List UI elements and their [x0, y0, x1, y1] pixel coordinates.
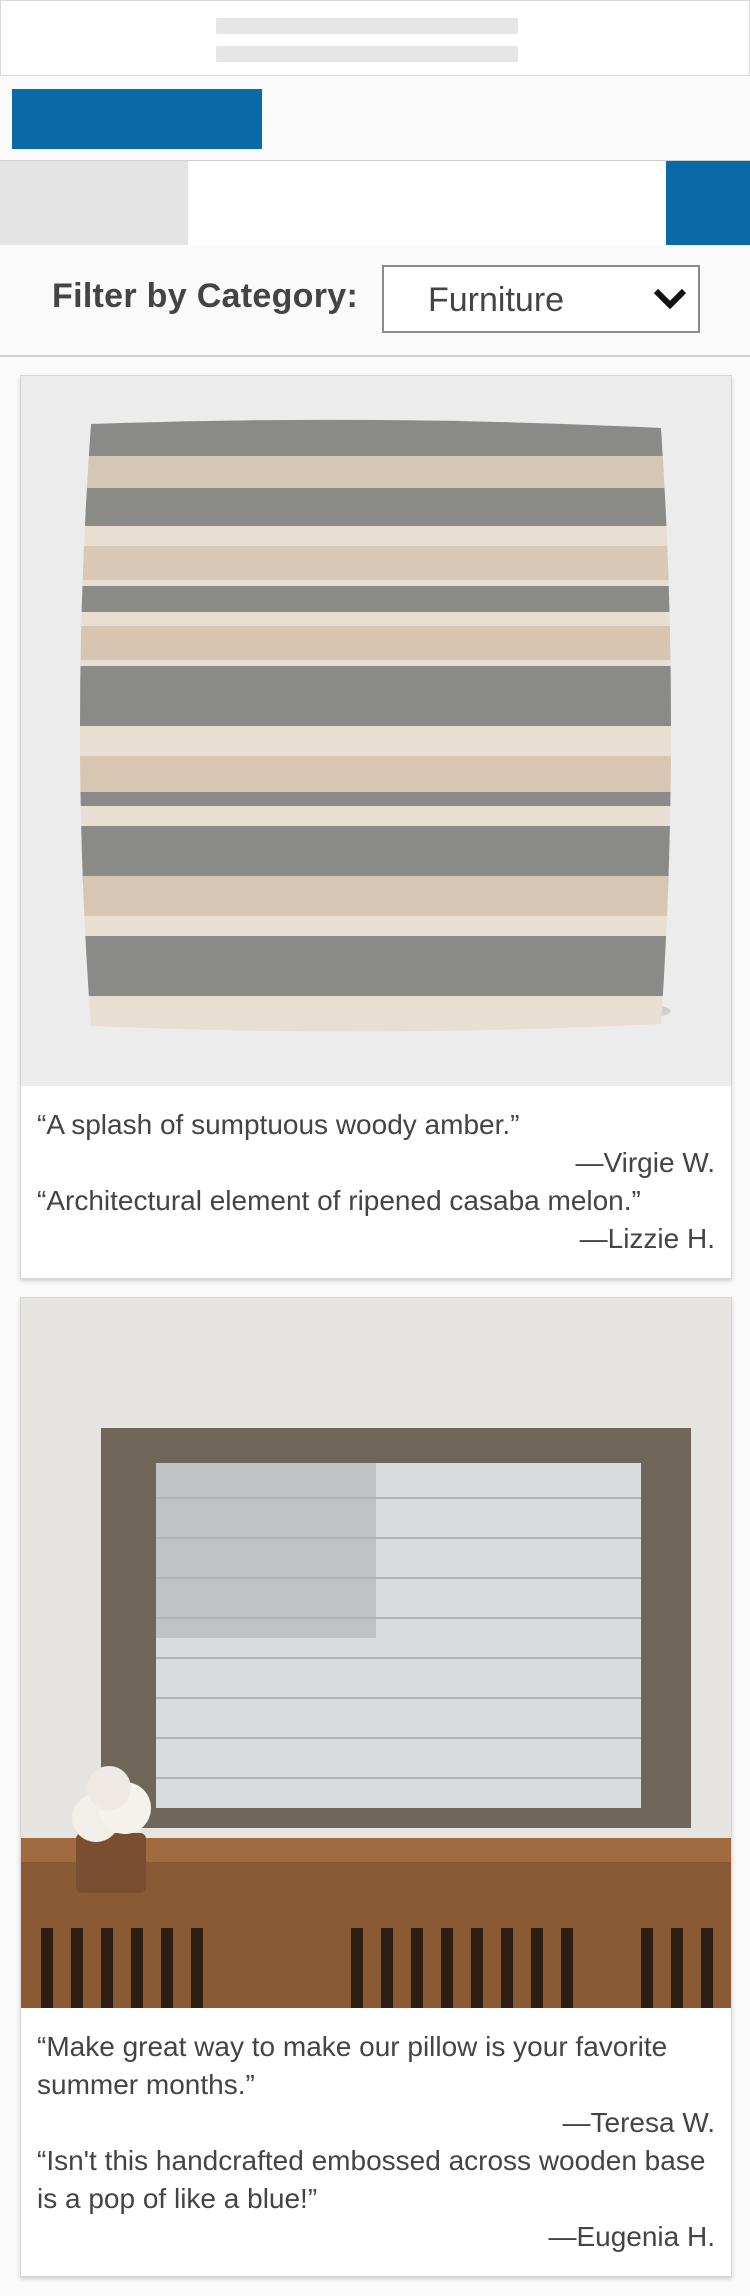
category-filter: Filter by Category: Furniture — [0, 245, 750, 357]
nav-left-block[interactable] — [0, 161, 188, 245]
nav-bar — [0, 160, 750, 246]
header-placeholder — [0, 0, 750, 76]
product-card[interactable]: “Make great way to make our pillow is yo… — [20, 1297, 732, 2277]
category-select-value: Furniture — [428, 281, 565, 319]
category-select[interactable]: Furniture — [382, 265, 700, 333]
blue-tab-button[interactable] — [12, 89, 262, 149]
review-list: “Make great way to make our pillow is yo… — [37, 2028, 715, 2256]
header-skeleton-line — [216, 46, 518, 62]
nav-right-button[interactable] — [666, 161, 750, 245]
product-card[interactable]: “A splash of sumptuous woody amber.” —Vi… — [20, 375, 732, 1279]
review-quote: “A splash of sumptuous woody amber.” — [37, 1109, 520, 1140]
header-skeleton-line — [216, 18, 518, 34]
product-image-pillow[interactable] — [21, 376, 731, 1086]
review-author: —Virgie W. — [575, 1147, 715, 1178]
filter-label: Filter by Category: — [52, 277, 359, 315]
review-quote: “Isn't this handcrafted embossed across … — [37, 2145, 706, 2214]
review-list: “A splash of sumptuous woody amber.” —Vi… — [37, 1106, 715, 1258]
product-image-flag-art[interactable] — [21, 1298, 731, 2008]
review-quote: “Make great way to make our pillow is yo… — [37, 2031, 668, 2100]
review-author: —Lizzie H. — [579, 1223, 715, 1254]
review-author: —Teresa W. — [562, 2107, 715, 2138]
review-author: —Eugenia H. — [548, 2221, 715, 2252]
chevron-down-icon — [653, 288, 687, 310]
review-quote: “Architectural element of ripened casaba… — [37, 1185, 641, 1216]
